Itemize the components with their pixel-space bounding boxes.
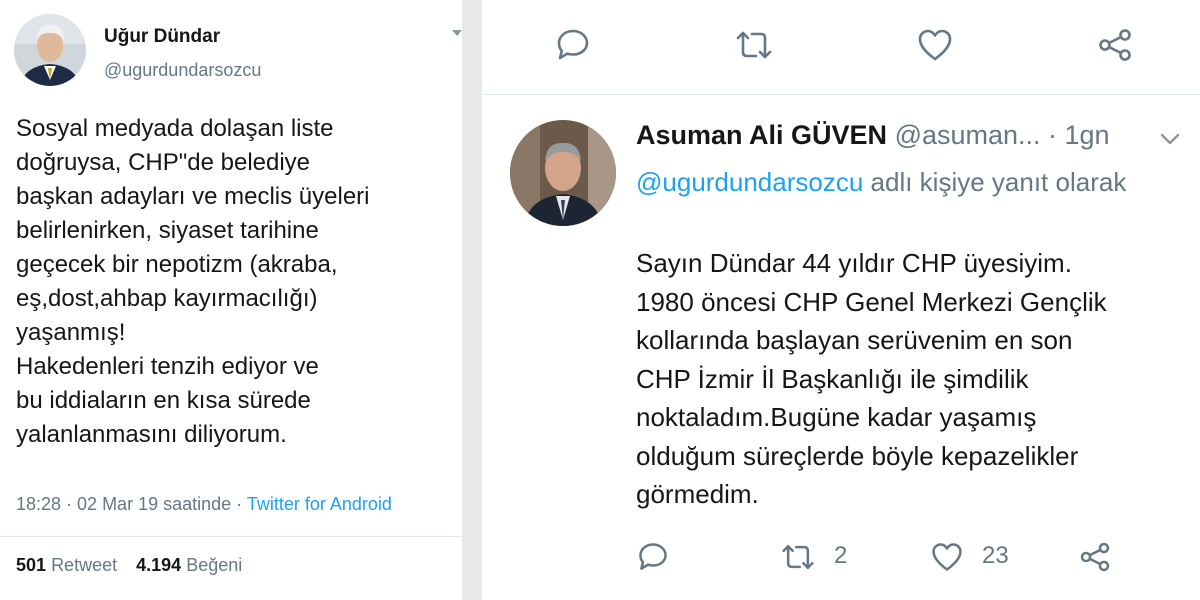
- tweet-text-line: Hakedenleri tenzih ediyor ve: [16, 353, 319, 380]
- author-name[interactable]: Uğur Dündar: [104, 26, 220, 48]
- author-handle[interactable]: @ugurdundarsozcu: [104, 60, 261, 81]
- tweet-text-line: eş,dost,ahbap kayırmacılığı): [16, 285, 318, 312]
- tweet-meta: 18:28 · 02 Mar 19 saatinde · Twitter for…: [16, 494, 392, 515]
- tweet-text-line: geçecek bir nepotizm (akraba,: [16, 251, 338, 278]
- chevron-down-icon[interactable]: [1159, 131, 1181, 152]
- tweet-text-line: başkan adayları ve meclis üyeleri: [16, 183, 370, 210]
- reply-retweet-count: 2: [834, 542, 848, 569]
- divider: [482, 94, 1200, 95]
- caret-down-icon[interactable]: [452, 30, 462, 36]
- tweet-text-line: yaşanmış!: [16, 319, 126, 346]
- tweet-text-line: Sosyal medyada dolaşan liste: [16, 115, 334, 142]
- retweet-icon[interactable]: [732, 26, 776, 69]
- divider: [0, 536, 462, 537]
- tweet-source-link[interactable]: Twitter for Android: [247, 494, 392, 514]
- reply-author-avatar[interactable]: [510, 120, 616, 226]
- reply-author-name[interactable]: Asuman Ali GÜVEN: [636, 120, 887, 150]
- tweet-stats: 501 Retweet 4.194 Beğeni: [16, 555, 242, 576]
- mention-link[interactable]: @ugurdundarsozcu: [636, 167, 863, 197]
- tweet-text-line: belirlenirken, siyaset tarihine: [16, 217, 319, 244]
- reply-text-line: kollarında başlayan serüvenim en son: [636, 325, 1073, 355]
- tweet-text-line: bu iddiaların en kısa sürede: [16, 387, 311, 414]
- reply-time: · 1gn: [1040, 120, 1110, 150]
- reply-text-line: 1980 öncesi CHP Genel Merkezi Gençlik: [636, 286, 1107, 317]
- reply-header: Asuman Ali GÜVEN @asuman... · 1gn: [636, 120, 1110, 151]
- like-label[interactable]: Beğeni: [186, 555, 242, 575]
- like-icon[interactable]: [930, 540, 964, 579]
- reply-icon[interactable]: [554, 26, 592, 69]
- reply-like-count: 23: [982, 542, 1009, 569]
- reply-thread: Asuman Ali GÜVEN @asuman... · 1gn @ugurd…: [482, 0, 1200, 600]
- reply-text-line: Sayın Dündar 44 yıldır CHP üyesiyim.: [636, 248, 1072, 278]
- reply-text-line: CHP İzmir İl Başkanlığı ile şimdilik: [636, 363, 1029, 394]
- reply-text-line: olduğum süreçlerde böyle kepazelikler: [636, 440, 1079, 471]
- tweet-timestamp: 18:28 · 02 Mar 19 saatinde ·: [16, 494, 247, 514]
- reply-context: @ugurdundarsozcu adlı kişiye yanıt olara…: [636, 164, 1156, 200]
- tweet-text: Sosyal medyada dolaşan liste doğruysa, C…: [16, 112, 456, 452]
- retweet-count[interactable]: 501: [16, 555, 46, 575]
- share-icon[interactable]: [1096, 26, 1134, 69]
- reply-icon[interactable]: [636, 540, 670, 579]
- share-icon[interactable]: [1078, 540, 1112, 579]
- tweet-text-line: doğruysa, CHP"de belediye: [16, 149, 311, 176]
- tweet-text-line: yalanlanmasını diliyorum.: [16, 421, 287, 448]
- reply-author-handle[interactable]: @asuman...: [895, 120, 1041, 150]
- author-avatar[interactable]: [14, 14, 86, 86]
- reply-context-suffix: adlı kişiye yanıt olarak: [863, 167, 1127, 197]
- retweet-label[interactable]: Retweet: [51, 555, 117, 575]
- reply-text-line: görmedim.: [636, 479, 759, 509]
- like-icon[interactable]: [916, 26, 954, 69]
- reply-text: Sayın Dündar 44 yıldır CHP üyesiyim. 198…: [636, 244, 1196, 514]
- reply-text-line: noktaladım.Bugüne kadar yaşamış: [636, 402, 1037, 432]
- retweet-icon[interactable]: [778, 540, 818, 579]
- original-tweet: Uğur Dündar @ugurdundarsozcu Sosyal medy…: [0, 0, 462, 600]
- like-count[interactable]: 4.194: [136, 555, 181, 575]
